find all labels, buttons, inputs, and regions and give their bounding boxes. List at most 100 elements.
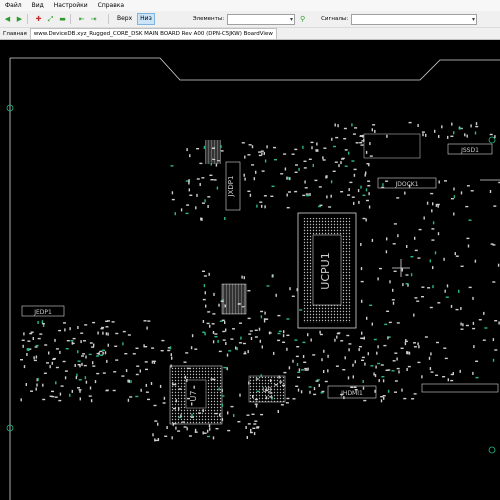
smd-component [261,204,263,208]
smd-component [37,337,41,340]
smd-component [240,336,242,340]
smd-component [255,404,258,408]
smd-component [215,428,219,430]
smd-component [274,159,277,161]
smd-component [475,376,479,379]
smd-component [312,164,314,167]
smd-component [247,317,251,320]
smd-component [244,351,246,355]
smd-component [247,350,249,354]
smd-component [321,358,323,362]
smd-component [373,372,375,376]
smd-component [71,389,73,393]
smd-component [368,192,370,196]
smd-component [282,341,286,343]
smd-component [102,372,106,374]
smd-component [207,196,211,198]
smd-component [492,358,495,362]
smd-component [273,146,276,149]
smd-component [194,428,197,432]
smd-component [35,387,37,391]
smd-component [210,378,214,380]
smd-component [233,414,235,417]
smd-component [408,351,411,355]
fit-board-icon[interactable]: ⤢ [46,15,55,24]
back-arrow-icon[interactable]: ◀ [3,15,12,24]
tab-home[interactable]: Главная [0,29,30,39]
smd-component [26,349,30,351]
view-top-button[interactable]: Верх [115,14,134,24]
smd-component [404,342,407,346]
menu-settings[interactable]: Настройки [49,0,93,11]
smd-component [135,347,139,349]
smd-component [366,316,368,320]
signals-label: Сигналы: [321,16,349,22]
smd-component [65,348,69,350]
smd-component [408,184,411,188]
zoom-out-icon[interactable]: ▬ [58,15,67,24]
smd-component [100,328,104,330]
smd-component [77,364,81,366]
smd-component [312,354,316,356]
smd-component [295,355,299,358]
smd-component [220,145,222,149]
menu-file[interactable]: Файл [0,0,27,11]
smd-component [316,142,318,146]
smd-component [308,386,312,388]
smd-component [460,322,462,326]
smd-component [300,390,303,394]
menu-help[interactable]: Справка [93,0,129,11]
smd-component [360,185,362,189]
tab-boardview-file[interactable]: www.DeviceDB.xyz_Rugged_CORE_DSK MAIN BO… [29,28,277,39]
smd-component [81,355,84,357]
flip-right-icon[interactable]: ⇥ [89,15,98,24]
smd-component [35,344,39,347]
smd-component [260,413,264,416]
smd-component [90,399,93,403]
smd-component [64,376,67,380]
smd-component [282,384,286,387]
smd-component [263,318,267,320]
jedp1-label: JEDP1 [33,309,52,316]
smd-component [278,375,280,379]
view-bottom-button[interactable]: Низ [137,13,155,25]
board-canvas[interactable]: UCPU1 U7 U9 JXDP1 JDOCK1 JHDMI1 JEDP1 JS… [0,40,500,500]
smd-component [248,144,252,146]
smd-component [464,133,466,137]
elements-combobox[interactable]: ▾ [227,13,296,25]
smd-component [178,407,180,410]
smd-component [102,331,104,335]
smd-component [334,123,336,127]
smd-component [438,180,440,184]
smd-component [154,438,156,442]
smd-component [291,153,295,155]
smd-component [180,414,182,418]
smd-component [113,371,117,373]
zoom-in-icon[interactable]: ✚ [34,15,43,24]
signals-combobox[interactable]: ▾ [351,13,478,25]
smd-component [327,369,329,373]
smd-component [347,376,350,380]
smd-component [105,326,109,328]
smd-component [429,306,433,309]
search-components-icon[interactable]: ⚲ [298,15,307,24]
smd-component [220,300,224,302]
smd-component [264,311,266,315]
smd-component [122,342,124,346]
smd-component [304,367,308,370]
smd-component [255,170,257,174]
smd-component [212,313,216,315]
smd-component [26,348,30,350]
smd-component [302,145,304,149]
crosshair-cursor-icon [392,259,410,277]
smd-component [227,411,229,415]
smd-component [304,180,306,184]
smd-component [121,375,125,377]
smd-component [401,388,403,392]
flip-left-icon[interactable]: ⇤ [77,15,86,24]
forward-arrow-icon[interactable]: ▶ [15,15,24,24]
menu-view[interactable]: Вид [27,0,49,11]
smd-component [475,125,479,128]
smd-component [368,205,371,209]
smd-component [406,368,408,371]
